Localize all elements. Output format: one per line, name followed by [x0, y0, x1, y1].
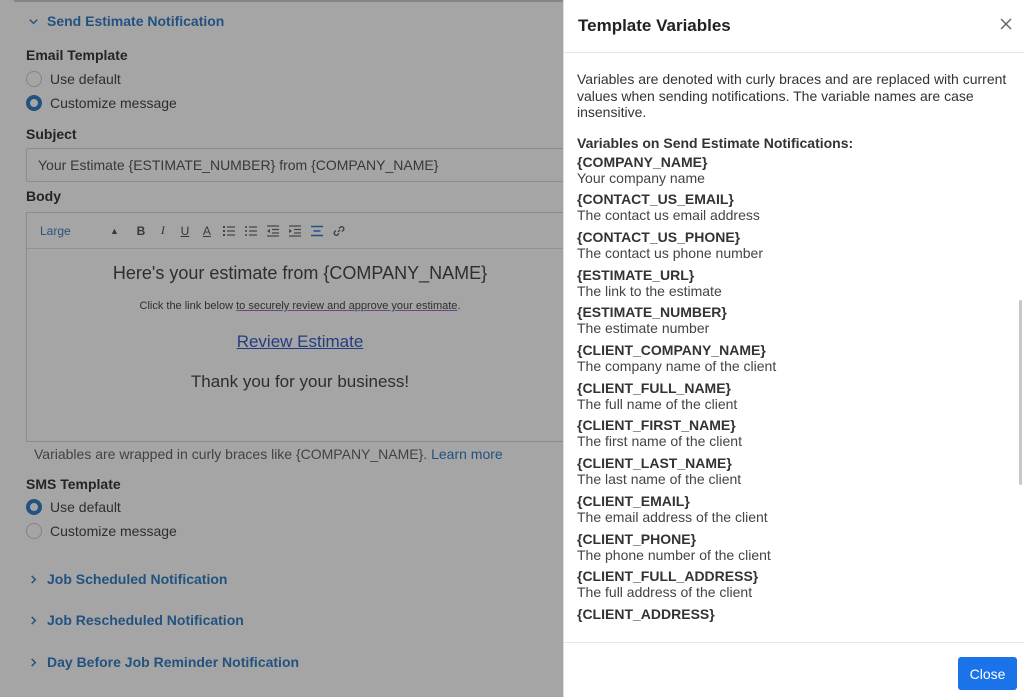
variables-section-title: Variables on Send Estimate Notifications… [577, 134, 854, 151]
variable-description: The phone number of the client [577, 546, 771, 563]
variable-name: {COMPANY_NAME} [577, 153, 708, 170]
close-button[interactable]: Close [958, 657, 1017, 690]
variable-name: {ESTIMATE_NUMBER} [577, 304, 727, 321]
drawer-header: Template Variables [564, 0, 1024, 53]
variable-name: {CLIENT_ADDRESS} [577, 605, 715, 622]
variable-name: {CONTACT_US_EMAIL} [577, 191, 734, 208]
variable-item: {CLIENT_LAST_NAME} The last name of the … [577, 455, 1007, 489]
variable-description: The first name of the client [577, 433, 742, 450]
variable-name: {CLIENT_FULL_NAME} [577, 379, 732, 396]
variable-item: {CONTACT_US_EMAIL} The contact us email … [577, 191, 1007, 225]
drawer-footer: Close [564, 642, 1024, 697]
template-variables-drawer: Template Variables Variables are denoted… [563, 0, 1024, 697]
variable-name: {CONTACT_US_PHONE} [577, 228, 741, 245]
variable-item: {CLIENT_COMPANY_NAME} The company name o… [577, 342, 1007, 376]
drawer-body[interactable]: Variables are denoted with curly braces … [564, 54, 1024, 642]
variable-item: {CLIENT_FULL_NAME} The full name of the … [577, 380, 1007, 414]
variable-description: The estimate number [577, 320, 710, 337]
variable-name: {CLIENT_EMAIL} [577, 492, 690, 509]
variable-item: {CLIENT_FULL_ADDRESS} The full address o… [577, 568, 1007, 602]
variable-description: The contact us phone number [577, 244, 764, 261]
variable-name: {CLIENT_FIRST_NAME} [577, 417, 736, 434]
variable-item: {ESTIMATE_URL} The link to the estimate [577, 267, 1007, 301]
variable-item: {CLIENT_EMAIL} The email address of the … [577, 493, 1007, 527]
variable-item: {ESTIMATE_NUMBER} The estimate number [577, 304, 1007, 338]
variable-name: {CLIENT_FULL_ADDRESS} [577, 568, 759, 585]
variable-name: {ESTIMATE_URL} [577, 266, 695, 283]
variable-item: {CLIENT_FIRST_NAME} The first name of th… [577, 417, 1007, 451]
variable-description: The full address of the client [577, 584, 753, 601]
variable-description: The contact us email address [577, 207, 760, 224]
variable-name: {CLIENT_COMPANY_NAME} [577, 342, 766, 359]
variable-description: The email address of the client [577, 508, 768, 525]
variable-description: Your company name [577, 169, 705, 186]
variable-description: The link to the estimate [577, 282, 722, 299]
variable-list: {COMPANY_NAME} Your company name {CONTAC… [577, 154, 1007, 622]
variable-description: The full name of the client [577, 395, 738, 412]
variable-item: {COMPANY_NAME} Your company name [577, 154, 1007, 188]
drawer-intro: Variables are denoted with curly braces … [577, 71, 1007, 120]
variable-description: The last name of the client [577, 471, 742, 488]
variable-name: {CLIENT_LAST_NAME} [577, 455, 732, 472]
variable-description: The company name of the client [577, 358, 777, 375]
modal-backdrop[interactable] [0, 0, 563, 697]
drawer-title: Template Variables [578, 16, 731, 35]
variable-name: {CLIENT_PHONE} [577, 530, 697, 547]
drawer-scrollbar[interactable] [1019, 300, 1022, 485]
variable-item: {CONTACT_US_PHONE} The contact us phone … [577, 229, 1007, 263]
close-icon[interactable] [998, 16, 1014, 32]
variable-item: {CLIENT_ADDRESS} [577, 606, 1007, 622]
variable-item: {CLIENT_PHONE} The phone number of the c… [577, 531, 1007, 565]
